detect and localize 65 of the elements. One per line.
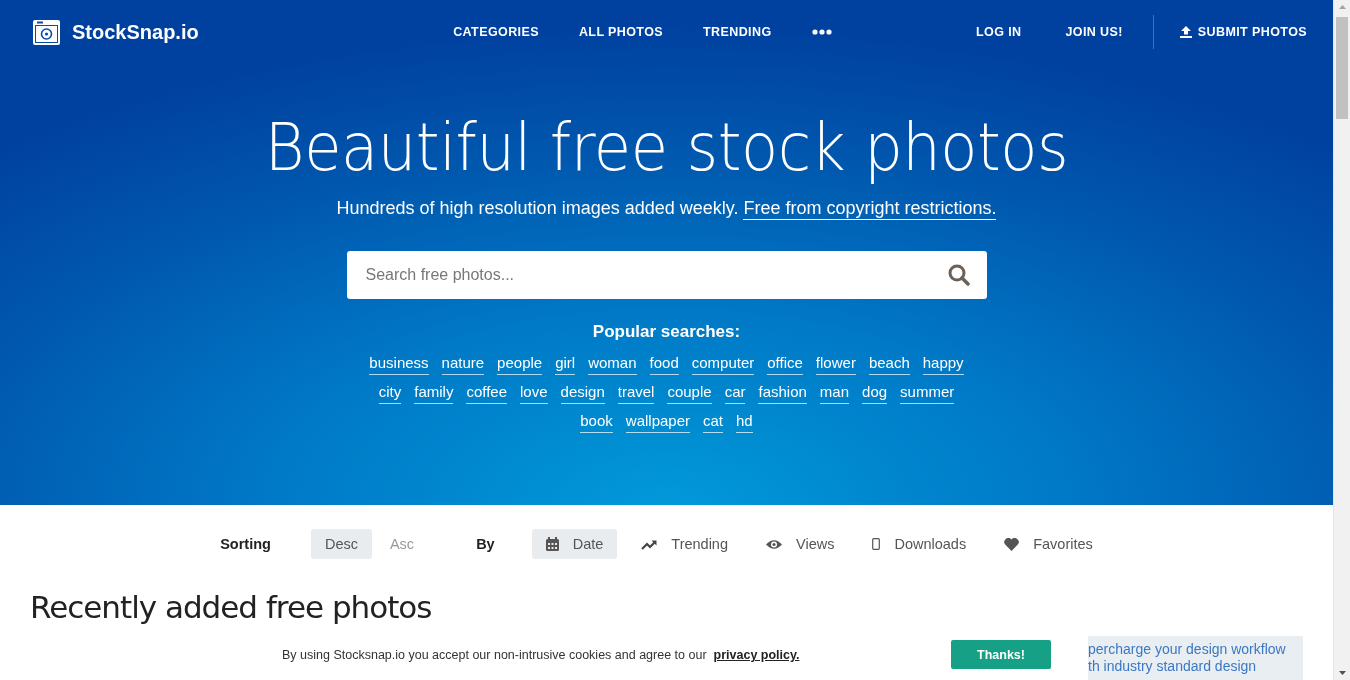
section-heading: Recently added free photos <box>30 589 432 625</box>
search-tag-link[interactable]: summer <box>900 383 955 404</box>
search-tag-link[interactable]: car <box>724 383 746 404</box>
sort-option[interactable]: Downloads <box>858 529 981 559</box>
sort-option[interactable]: Desc <box>310 529 372 559</box>
search-tag-link[interactable]: man <box>819 383 850 404</box>
search-tag-link[interactable]: nature <box>441 354 485 375</box>
thanks-button[interactable]: Thanks! <box>951 640 1051 669</box>
account-link[interactable]: JOIN US! <box>1065 25 1123 39</box>
search-tag-link[interactable]: wallpaper <box>625 412 690 433</box>
search-icon[interactable] <box>947 264 970 286</box>
search-tag-link[interactable]: office <box>767 354 803 375</box>
search-tag-link[interactable]: dog <box>862 383 888 404</box>
search-tag-link[interactable]: love <box>520 383 548 404</box>
search-tag-link[interactable]: people <box>497 354 543 375</box>
search-tag-link[interactable]: business <box>369 354 429 375</box>
nav-link[interactable]: ALL PHOTOS <box>578 25 664 39</box>
by-label: By <box>476 536 495 552</box>
sort-option[interactable]: Trending <box>627 529 742 559</box>
search-tag-link[interactable]: flower <box>815 354 856 375</box>
scrollbar-thumb[interactable] <box>1336 17 1348 119</box>
calendar-icon <box>545 537 559 551</box>
camera-icon <box>33 19 60 45</box>
nav-link[interactable]: CATEGORIES <box>453 25 539 39</box>
search-tag-link[interactable]: cat <box>703 412 724 433</box>
hero-subtitle: Hundreds of high resolution images added weekly. <box>336 198 739 220</box>
privacy-policy-link[interactable]: privacy policy. <box>713 640 800 662</box>
search-tag-link[interactable]: beach <box>868 354 910 375</box>
search-tag-link[interactable]: happy <box>922 354 964 375</box>
search-tag-link[interactable]: design <box>560 383 605 404</box>
search-tag-link[interactable]: family <box>414 383 454 404</box>
cookie-notice: By using Stocksnap.io you accept our non-intrusive cookies and agree to our <box>282 647 707 662</box>
sorting-label: Sorting <box>220 536 271 552</box>
popular-searches-label: Popular searches: <box>591 322 742 342</box>
hero-title: Beautiful free stock photos <box>263 108 1070 188</box>
search-tag-link[interactable]: fashion <box>758 383 807 404</box>
ad-text: th industry standard design <box>1088 658 1258 674</box>
search-tag-link[interactable]: coffee <box>466 383 507 404</box>
search-tag-link[interactable]: book <box>580 412 613 433</box>
search-tag-link[interactable]: city <box>378 383 402 404</box>
nav-link[interactable]: TRENDING <box>703 25 772 39</box>
copyright-link[interactable]: Free from copyright restrictions. <box>743 198 997 220</box>
sort-option[interactable]: Views <box>752 529 849 559</box>
search-tag-link[interactable]: travel <box>617 383 655 404</box>
account-link[interactable]: LOG IN <box>976 25 1022 39</box>
sort-option[interactable]: Date <box>531 529 618 559</box>
search-tag-link[interactable]: couple <box>667 383 712 404</box>
search-field[interactable]: Search free photos... <box>346 251 987 299</box>
more-icon[interactable] <box>811 29 832 35</box>
search-tag-link[interactable]: girl <box>555 354 576 375</box>
upload-icon <box>1179 26 1192 38</box>
trend-icon <box>641 538 658 550</box>
scroll-down-icon[interactable] <box>1338 671 1346 675</box>
search-tag-link[interactable]: woman <box>588 354 637 375</box>
search-tag-link[interactable]: computer <box>691 354 755 375</box>
search-tag-link[interactable]: food <box>649 354 679 375</box>
search-tag-link[interactable]: hd <box>736 412 753 433</box>
phone-icon <box>872 538 881 550</box>
submit-photos-link[interactable]: SUBMIT PHOTOS <box>1179 25 1307 39</box>
heart-icon <box>1004 537 1020 551</box>
ad-text: percharge your design workflow <box>1088 641 1287 657</box>
site-logo[interactable]: StockSnap.io <box>33 19 199 45</box>
sort-option[interactable]: Favorites <box>990 529 1107 559</box>
sort-option[interactable]: Asc <box>375 529 429 559</box>
eye-icon <box>766 538 782 550</box>
